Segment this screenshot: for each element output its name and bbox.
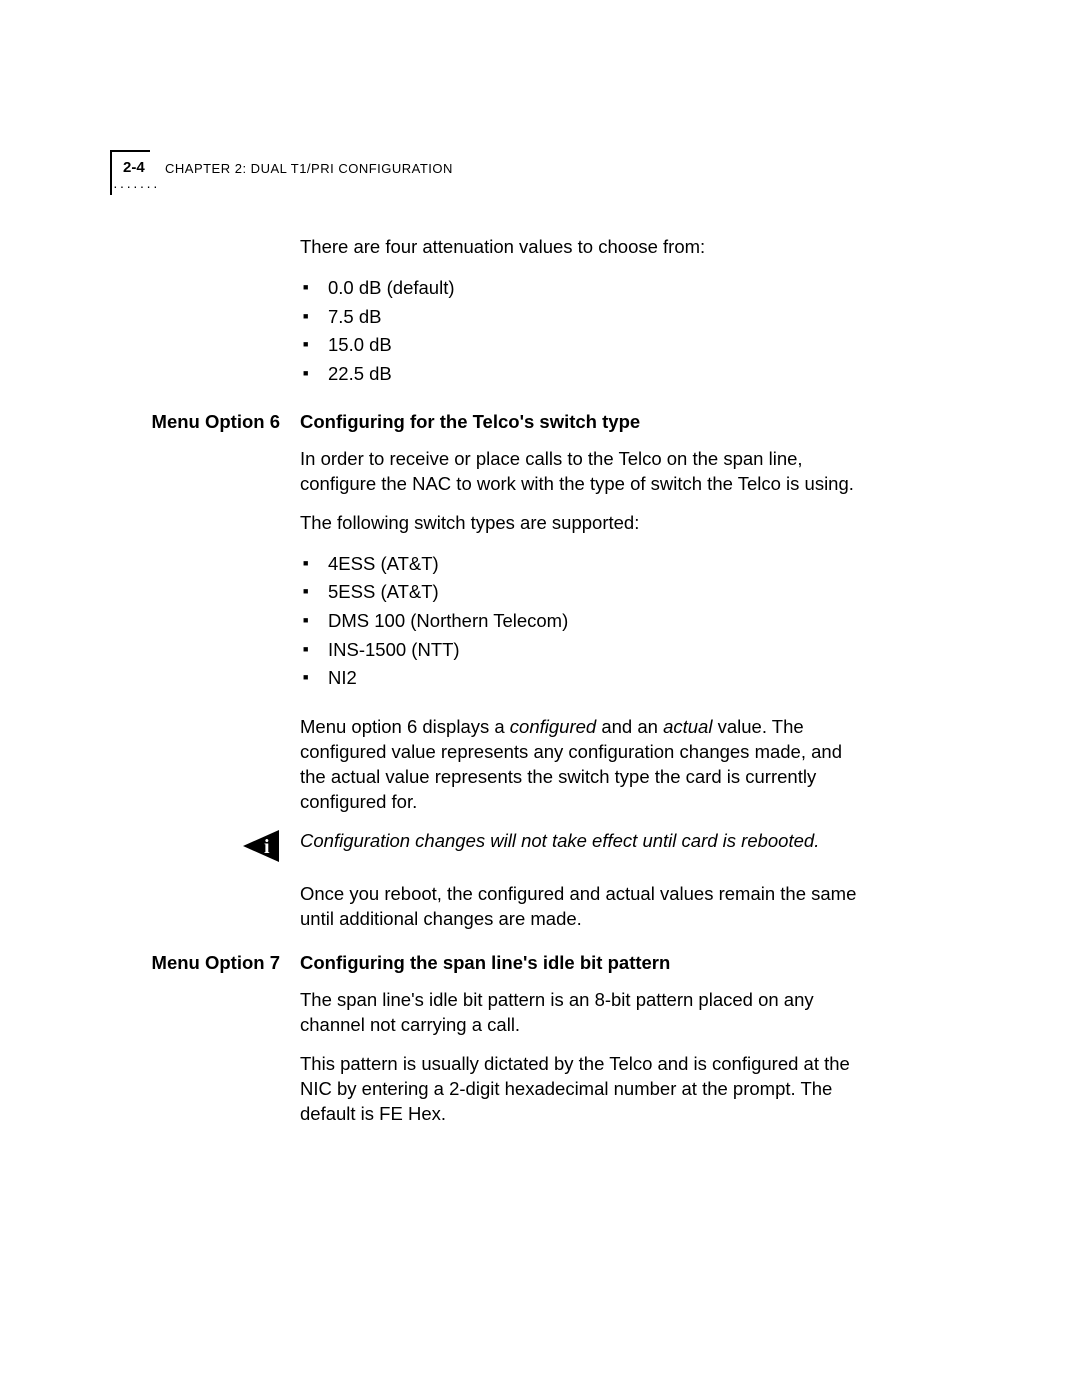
section-heading-option-7: Menu Option 7 Configuring the span line'… xyxy=(110,952,970,974)
info-note-row: i Configuration changes will not take ef… xyxy=(110,829,970,868)
option6-para1: In order to receive or place calls to th… xyxy=(300,447,870,497)
menu-option-7-title: Configuring the span line's idle bit pat… xyxy=(300,952,870,974)
list-item: DMS 100 (Northern Telecom) xyxy=(300,607,870,636)
attenuation-intro: There are four attenuation values to cho… xyxy=(300,235,870,260)
list-item: 15.0 dB xyxy=(300,331,870,360)
header-rule-vertical xyxy=(110,150,112,195)
decorative-dots: ······· xyxy=(113,178,160,194)
info-triangle-icon: i xyxy=(242,829,280,868)
text-span: Menu option 6 displays a xyxy=(300,716,510,737)
emphasis-actual: actual xyxy=(663,716,712,737)
header-rule-horizontal xyxy=(110,150,150,152)
list-item: 4ESS (AT&T) xyxy=(300,550,870,579)
switch-types-list: 4ESS (AT&T) 5ESS (AT&T) DMS 100 (Norther… xyxy=(300,550,870,693)
list-item: 22.5 dB xyxy=(300,360,870,389)
content-body: There are four attenuation values to cho… xyxy=(110,235,970,1141)
chapter-title: CHAPTER 2: DUAL T1/PRI CONFIGURATION xyxy=(165,161,453,176)
list-item: INS-1500 (NTT) xyxy=(300,636,870,665)
menu-option-6-title: Configuring for the Telco's switch type xyxy=(300,411,870,433)
info-note-text: Configuration changes will not take effe… xyxy=(300,829,870,854)
emphasis-configured: configured xyxy=(510,716,596,737)
list-item: 7.5 dB xyxy=(300,303,870,332)
option6-para2: The following switch types are supported… xyxy=(300,511,870,536)
menu-option-6-label: Menu Option 6 xyxy=(110,411,300,433)
option7-para2: This pattern is usually dictated by the … xyxy=(300,1052,870,1127)
list-item: NI2 xyxy=(300,664,870,693)
page-number: 2-4 xyxy=(123,159,145,176)
svg-text:i: i xyxy=(264,836,270,858)
document-page: 2-4 CHAPTER 2: DUAL T1/PRI CONFIGURATION… xyxy=(0,0,1080,1397)
option6-para4: Once you reboot, the configured and actu… xyxy=(300,882,870,932)
text-span: and an xyxy=(596,716,663,737)
menu-option-7-label: Menu Option 7 xyxy=(110,952,300,974)
option6-para3: Menu option 6 displays a configured and … xyxy=(300,715,870,815)
attenuation-list: 0.0 dB (default) 7.5 dB 15.0 dB 22.5 dB xyxy=(300,274,870,389)
section-heading-option-6: Menu Option 6 Configuring for the Telco'… xyxy=(110,411,970,433)
option7-para1: The span line's idle bit pattern is an 8… xyxy=(300,988,870,1038)
list-item: 5ESS (AT&T) xyxy=(300,578,870,607)
list-item: 0.0 dB (default) xyxy=(300,274,870,303)
